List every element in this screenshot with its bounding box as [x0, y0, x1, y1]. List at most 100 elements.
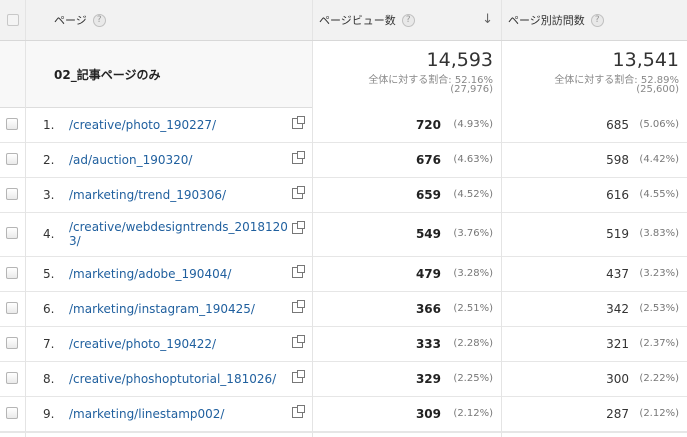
unique-value: 342 — [606, 302, 629, 316]
pageviews-value: 329 — [415, 372, 441, 386]
unique-percent: (2.22%) — [639, 373, 679, 384]
row-checkbox[interactable] — [6, 153, 18, 165]
analytics-table: ページ ? ページビュー数 ? ↓ ページ別訪問数 ? 02_記事ページのみ 1… — [0, 0, 687, 437]
pageviews-value: 309 — [415, 407, 441, 421]
unique-column-label: ページ別訪問数 — [508, 14, 585, 27]
help-icon[interactable]: ? — [401, 13, 415, 27]
page-link[interactable]: /marketing/linestamp002/ — [69, 407, 289, 421]
row-checkbox[interactable] — [6, 337, 18, 349]
unique-value: 598 — [606, 153, 629, 167]
external-link-icon[interactable] — [292, 405, 305, 418]
row-checkbox[interactable] — [6, 407, 18, 419]
unique-value: 437 — [606, 267, 629, 281]
help-icon[interactable]: ? — [590, 13, 604, 27]
external-link-icon[interactable] — [292, 265, 305, 278]
table-row: 9. /marketing/linestamp002/ 309 (2.12%) … — [0, 397, 687, 432]
page-link[interactable]: /creative/phoshoptutorial_181026/ — [69, 372, 289, 386]
external-link-icon[interactable] — [292, 221, 305, 234]
pageviews-value: 479 — [415, 267, 441, 281]
pageviews-percent: (3.76%) — [453, 228, 493, 239]
unique-value: 300 — [606, 372, 629, 386]
pageviews-value: 720 — [415, 118, 441, 132]
sort-descending-icon[interactable]: ↓ — [482, 12, 493, 27]
table-row: 3. /marketing/trend_190306/ 659 (4.52%) … — [0, 178, 687, 213]
unique-site-total: (25,600) — [636, 84, 679, 95]
segment-label: 02_記事ページのみ — [54, 68, 161, 82]
unique-value: 519 — [606, 227, 629, 241]
row-checkbox[interactable] — [6, 302, 18, 314]
row-index: 7. — [43, 337, 55, 351]
pageviews-percent: (2.12%) — [453, 408, 493, 419]
unique-percent: (4.42%) — [639, 154, 679, 165]
unique-percent: (2.37%) — [639, 338, 679, 349]
unique-value: 616 — [606, 188, 629, 202]
table-row: 7. /creative/photo_190422/ 333 (2.28%) 3… — [0, 327, 687, 362]
pageviews-value: 676 — [415, 153, 441, 167]
pageviews-value: 549 — [415, 227, 441, 241]
row-checkbox[interactable] — [6, 118, 18, 130]
pageviews-column-label: ページビュー数 — [319, 14, 396, 27]
external-link-icon[interactable] — [292, 151, 305, 164]
row-index: 5. — [43, 267, 55, 281]
pageviews-value: 366 — [415, 302, 441, 316]
external-link-icon[interactable] — [292, 300, 305, 313]
unique-value: 685 — [606, 118, 629, 132]
unique-percent: (4.55%) — [639, 189, 679, 200]
page-link[interactable]: /marketing/trend_190306/ — [69, 188, 289, 202]
unique-column-header[interactable]: ページ別訪問数 ? — [502, 0, 687, 40]
external-link-icon[interactable] — [292, 335, 305, 348]
external-link-icon[interactable] — [292, 116, 305, 129]
page-link[interactable]: /creative/webdesigntrends_20181203/ — [69, 220, 289, 248]
pageviews-percent: (3.28%) — [453, 268, 493, 279]
row-checkbox[interactable] — [6, 267, 18, 279]
pageviews-percent: (4.52%) — [453, 189, 493, 200]
pageviews-value: 333 — [415, 337, 441, 351]
pageviews-percent: (4.93%) — [453, 119, 493, 130]
unique-value: 287 — [606, 407, 629, 421]
page-column-label: ページ — [54, 14, 87, 27]
table-header: ページ ? ページビュー数 ? ↓ ページ別訪問数 ? — [0, 0, 687, 41]
help-icon[interactable]: ? — [92, 13, 106, 27]
row-checkbox[interactable] — [6, 227, 18, 239]
row-index: 8. — [43, 372, 55, 386]
unique-value: 321 — [606, 337, 629, 351]
row-index: 4. — [43, 227, 55, 241]
row-index: 9. — [43, 407, 55, 421]
unique-percent: (2.53%) — [639, 303, 679, 314]
row-checkbox[interactable] — [6, 188, 18, 200]
pageviews-percent: (2.51%) — [453, 303, 493, 314]
table-row-partial — [0, 432, 687, 437]
page-link[interactable]: /marketing/instagram_190425/ — [69, 302, 289, 316]
page-link[interactable]: /creative/photo_190227/ — [69, 118, 289, 132]
unique-percent: (3.83%) — [639, 228, 679, 239]
unique-percent: (2.12%) — [639, 408, 679, 419]
row-checkbox[interactable] — [6, 372, 18, 384]
external-link-icon[interactable] — [292, 370, 305, 383]
row-index: 3. — [43, 188, 55, 202]
unique-percent: (5.06%) — [639, 119, 679, 130]
pageviews-column-header[interactable]: ページビュー数 ? ↓ — [313, 0, 502, 40]
summary-row: 02_記事ページのみ 14,593 全体に対する割合: 52.16% (27,9… — [0, 41, 687, 108]
total-unique: 13,541 — [612, 49, 679, 71]
table-row: 5. /marketing/adobe_190404/ 479 (3.28%) … — [0, 257, 687, 292]
table-row: 2. /ad/auction_190320/ 676 (4.63%) 598 (… — [0, 143, 687, 178]
unique-percent: (3.23%) — [639, 268, 679, 279]
pageviews-site-total: (27,976) — [450, 84, 493, 95]
table-row: 4. /creative/webdesigntrends_20181203/ 5… — [0, 213, 687, 257]
pageviews-value: 659 — [415, 188, 441, 202]
pageviews-percent: (2.28%) — [453, 338, 493, 349]
page-link[interactable]: /ad/auction_190320/ — [69, 153, 289, 167]
table-row: 6. /marketing/instagram_190425/ 366 (2.5… — [0, 292, 687, 327]
page-link[interactable]: /creative/photo_190422/ — [69, 337, 289, 351]
total-pageviews: 14,593 — [426, 49, 493, 71]
pageviews-percent: (4.63%) — [453, 154, 493, 165]
pageviews-percent: (2.25%) — [453, 373, 493, 384]
row-index: 1. — [43, 118, 55, 132]
row-index: 6. — [43, 302, 55, 316]
select-all-checkbox[interactable] — [7, 14, 19, 26]
table-row: 8. /creative/phoshoptutorial_181026/ 329… — [0, 362, 687, 397]
table-row: 1. /creative/photo_190227/ 720 (4.93%) 6… — [0, 108, 687, 143]
page-link[interactable]: /marketing/adobe_190404/ — [69, 267, 289, 281]
external-link-icon[interactable] — [292, 186, 305, 199]
page-column-header[interactable]: ページ ? — [26, 0, 313, 40]
